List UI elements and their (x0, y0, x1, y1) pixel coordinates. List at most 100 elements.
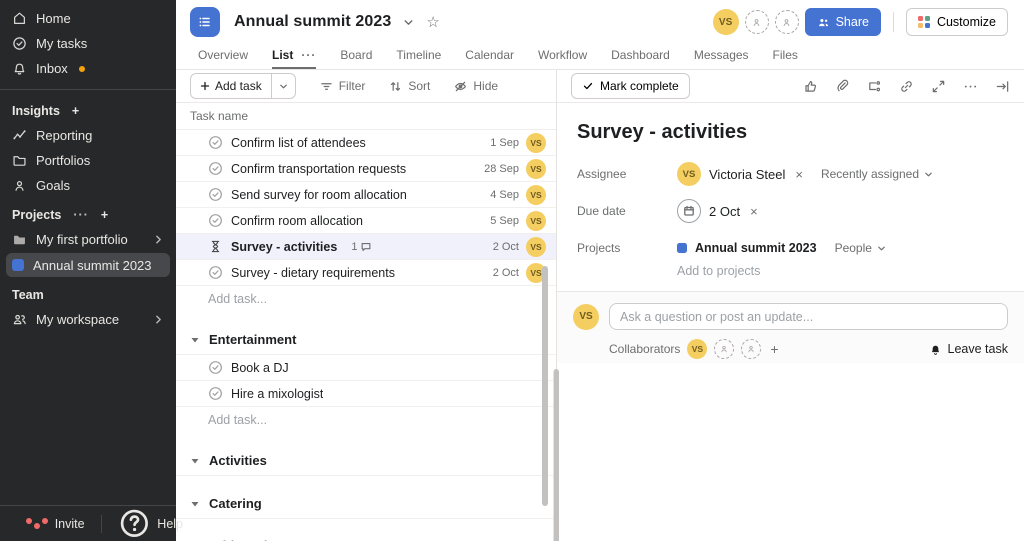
tab-dashboard[interactable]: Dashboard (611, 48, 670, 69)
list-scrollbar[interactable] (542, 266, 548, 506)
sidebar-item-label: Home (36, 11, 71, 26)
help-button[interactable]: Help (118, 507, 151, 540)
chevron-down-icon (877, 244, 886, 253)
add-to-projects-link[interactable]: Add to projects (677, 264, 1004, 278)
tab-files[interactable]: Files (773, 48, 798, 69)
customize-label: Customize (937, 15, 996, 29)
empty-avatar-slot[interactable] (745, 10, 769, 34)
assignee-name[interactable]: Victoria Steel (709, 167, 785, 182)
section-header-activities[interactable]: Activities (176, 446, 556, 476)
mark-complete-button[interactable]: Mark complete (571, 73, 690, 99)
check-circle-icon[interactable] (208, 135, 223, 150)
add-task-dropdown[interactable] (271, 74, 295, 98)
check-circle-icon[interactable] (208, 213, 223, 228)
check-circle-icon[interactable] (208, 265, 223, 280)
tab-list[interactable]: List ··· (272, 48, 316, 69)
add-section-button[interactable]: Add section (176, 531, 556, 541)
check-circle-icon[interactable] (208, 161, 223, 176)
comment-bubble-icon (360, 241, 372, 253)
sidebar-item-reporting[interactable]: Reporting (0, 123, 176, 148)
attach-button[interactable] (835, 79, 850, 94)
tab-overview[interactable]: Overview (198, 48, 248, 69)
assignee-avatar[interactable]: VS (677, 162, 701, 186)
task-row-selected[interactable]: Survey - activities 1 2 OctVS (176, 234, 556, 260)
add-insight-icon[interactable]: + (72, 104, 79, 118)
due-date: 28 Sep (484, 163, 519, 175)
task-row[interactable]: Book a DJ (176, 355, 556, 381)
sidebar-item-inbox[interactable]: Inbox (0, 56, 176, 81)
check-circle-icon[interactable] (208, 360, 223, 375)
task-title[interactable]: Survey - activities (577, 121, 1004, 144)
field-label: Projects (577, 241, 677, 255)
title-chevron-down-icon[interactable] (403, 17, 414, 28)
current-user-avatar[interactable]: VS (713, 9, 739, 35)
sidebar-item-my-tasks[interactable]: My tasks (0, 31, 176, 56)
column-header-task-name[interactable]: Task name (176, 103, 556, 130)
sidebar-item-portfolios[interactable]: Portfolios (0, 148, 176, 173)
eye-slash-icon (454, 80, 467, 93)
tab-workflow[interactable]: Workflow (538, 48, 587, 69)
due-date-value[interactable]: 2 Oct (709, 204, 740, 219)
leave-task-button[interactable]: Leave task (929, 342, 1008, 356)
add-task-row[interactable]: Add task... (176, 286, 556, 312)
project-name[interactable]: Annual summit 2023 (695, 241, 817, 255)
favorite-star-icon[interactable]: ☆ (426, 15, 439, 30)
sidebar-item-my-workspace[interactable]: My workspace (0, 307, 176, 332)
invite-button[interactable]: Invite (26, 517, 85, 531)
content-area: Add task Filter Sort (176, 70, 1024, 541)
remove-assignee-icon[interactable]: × (795, 167, 803, 182)
empty-collaborator-slot[interactable] (741, 339, 761, 359)
add-project-icon[interactable]: + (101, 208, 108, 222)
sidebar-item-home[interactable]: Home (0, 6, 176, 31)
like-button[interactable] (803, 79, 818, 94)
task-row[interactable]: Confirm transportation requests 28 SepVS (176, 156, 556, 182)
task-row[interactable]: Send survey for room allocation 4 SepVS (176, 182, 556, 208)
close-panel-button[interactable] (995, 79, 1010, 94)
task-row[interactable]: Survey - dietary requirements 2 OctVS (176, 260, 556, 286)
project-section-dropdown[interactable]: People (835, 241, 886, 255)
expand-button[interactable] (931, 79, 946, 94)
sidebar-item-label: My tasks (36, 36, 87, 51)
sidebar-item-annual-summit-2023[interactable]: Annual summit 2023 (6, 253, 170, 277)
tab-calendar[interactable]: Calendar (465, 48, 514, 69)
remove-due-date-icon[interactable]: × (750, 204, 758, 219)
tab-more-icon[interactable]: ··· (301, 48, 316, 62)
customize-grid-icon (918, 16, 930, 28)
projects-more-icon[interactable]: ··· (73, 208, 89, 222)
subtasks-button[interactable] (867, 79, 882, 94)
task-row[interactable]: Confirm room allocation 5 SepVS (176, 208, 556, 234)
add-collaborator-icon[interactable]: + (770, 341, 778, 357)
sidebar-item-my-first-portfolio[interactable]: My first portfolio (0, 227, 176, 252)
tab-messages[interactable]: Messages (694, 48, 749, 69)
empty-avatar-slot[interactable] (775, 10, 799, 34)
add-task-button[interactable]: Add task (190, 73, 296, 99)
recently-assigned-dropdown[interactable]: Recently assigned (821, 167, 933, 181)
section-header-entertainment[interactable]: Entertainment (176, 325, 556, 355)
empty-collaborator-slot[interactable] (714, 339, 734, 359)
hourglass-icon[interactable] (208, 239, 223, 254)
check-circle-icon[interactable] (208, 386, 223, 401)
more-options-button[interactable] (963, 79, 978, 94)
tab-board[interactable]: Board (340, 48, 372, 69)
calendar-icon[interactable] (677, 199, 701, 223)
triangle-down-icon (190, 499, 200, 509)
hide-button[interactable]: Hide (454, 79, 498, 93)
filter-button[interactable]: Filter (320, 79, 366, 93)
sort-button[interactable]: Sort (389, 79, 430, 93)
detail-scrollbar[interactable] (553, 369, 559, 541)
field-label: Assignee (577, 167, 677, 181)
comment-input[interactable] (609, 303, 1008, 330)
collaborator-avatar[interactable]: VS (687, 339, 707, 359)
sidebar-item-goals[interactable]: Goals (0, 173, 176, 198)
project-list-icon[interactable] (190, 7, 220, 37)
tab-timeline[interactable]: Timeline (396, 48, 441, 69)
add-task-row[interactable]: Add task... (176, 407, 556, 433)
section-header-catering[interactable]: Catering (176, 489, 556, 519)
task-row[interactable]: Confirm list of attendees 1 SepVS (176, 130, 556, 156)
task-row[interactable]: Hire a mixologist (176, 381, 556, 407)
customize-button[interactable]: Customize (906, 8, 1008, 36)
invite-label: Invite (55, 517, 85, 531)
copy-link-button[interactable] (899, 79, 914, 94)
share-button[interactable]: Share (805, 8, 881, 36)
check-circle-icon[interactable] (208, 187, 223, 202)
